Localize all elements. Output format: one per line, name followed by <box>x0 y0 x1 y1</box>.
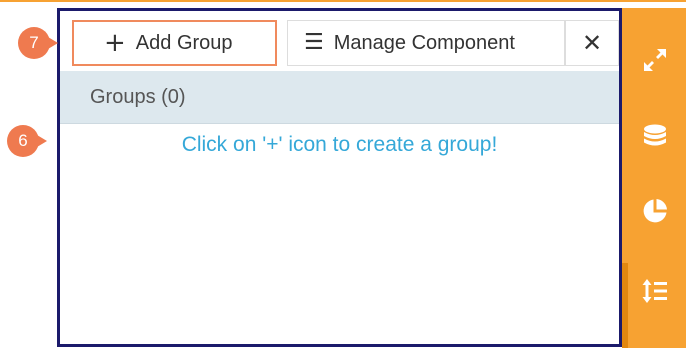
sort-lines-icon[interactable] <box>640 276 670 306</box>
step-badge-6: 6 <box>7 125 47 157</box>
database-icon[interactable] <box>640 121 670 151</box>
groups-header: Groups (0) <box>60 71 619 124</box>
expand-icon[interactable] <box>640 45 670 75</box>
manage-component-label: Manage Component <box>333 31 515 54</box>
panel-toolbar: + Add Group ☰ Manage Component ✕ <box>60 11 619 70</box>
add-group-label: Add Group <box>135 31 233 54</box>
step-badge-7: 7 <box>18 27 58 59</box>
hamburger-menu-icon: ☰ <box>304 30 324 55</box>
top-accent-strip <box>0 0 686 2</box>
add-group-button[interactable]: + Add Group <box>72 20 277 66</box>
pie-chart-icon[interactable] <box>640 196 670 226</box>
right-sidebar <box>622 8 686 348</box>
close-icon: ✕ <box>581 29 603 57</box>
groups-count-label: Groups (0) <box>90 85 186 108</box>
manage-component-button[interactable]: ☰ Manage Component <box>287 20 565 66</box>
close-button[interactable]: ✕ <box>565 20 619 66</box>
sidebar-scroll-track <box>622 263 628 348</box>
empty-groups-message: Click on '+' icon to create a group! <box>181 133 498 156</box>
groups-panel: + Add Group ☰ Manage Component ✕ Groups … <box>57 8 622 347</box>
plus-icon: + <box>104 28 126 58</box>
